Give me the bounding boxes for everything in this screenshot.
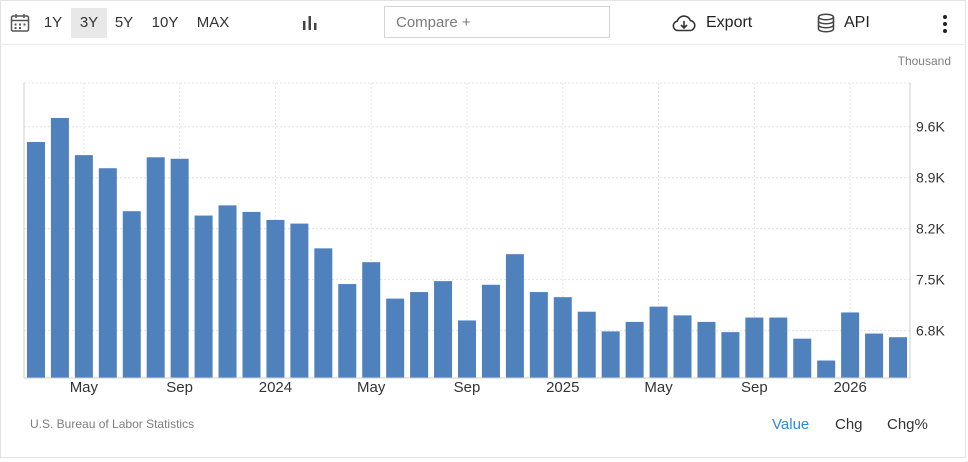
bar[interactable] [146, 157, 165, 378]
mode-value-button[interactable]: Value [772, 416, 809, 433]
bar[interactable] [553, 297, 572, 378]
bar[interactable] [362, 262, 381, 378]
bar[interactable] [481, 284, 500, 378]
bar[interactable] [194, 215, 213, 378]
bar[interactable] [673, 315, 692, 378]
bar[interactable] [50, 117, 69, 379]
x-tick-label: 2026 [833, 379, 866, 396]
bar[interactable] [769, 317, 788, 378]
bar[interactable] [529, 292, 548, 378]
x-tick-label: Sep [166, 379, 193, 396]
bar[interactable] [314, 248, 333, 378]
source-label: U.S. Bureau of Labor Statistics [30, 417, 195, 431]
bar[interactable] [841, 312, 860, 378]
y-tick-label: 6.8K [916, 323, 945, 339]
bar[interactable] [458, 320, 476, 378]
y-tick-label: 8.9K [916, 170, 945, 186]
x-tick-label: 2024 [259, 379, 292, 396]
bar[interactable] [266, 219, 285, 378]
bar[interactable] [410, 292, 429, 378]
bar[interactable] [386, 298, 405, 378]
bar[interactable] [338, 284, 357, 378]
mode-chg-pct-button[interactable]: Chg% [887, 416, 928, 433]
y-tick-label: 8.2K [916, 221, 945, 237]
x-tick-label: May [644, 379, 673, 396]
bar-chart: 6.8K 7.5K 8.2K 8.9K 9.6K May Sep 2024 May Sep 2025… [23, 82, 945, 396]
bar[interactable] [649, 306, 668, 378]
y-tick-label: 9.6K [916, 119, 945, 135]
x-tick-label: Sep [454, 379, 481, 396]
bar[interactable] [577, 311, 596, 378]
bar[interactable] [817, 360, 836, 378]
mode-chg-button[interactable]: Chg [835, 416, 863, 433]
x-tick-label: May [357, 379, 386, 396]
bar[interactable] [242, 211, 261, 378]
bar[interactable] [697, 321, 716, 378]
y-tick-label: 7.5K [916, 272, 945, 288]
bar[interactable] [218, 205, 237, 378]
bar[interactable] [434, 281, 453, 378]
bar[interactable] [290, 223, 309, 378]
bar[interactable] [74, 155, 93, 378]
bar[interactable] [865, 333, 884, 378]
bar[interactable] [889, 337, 908, 378]
x-tick-label: 2025 [546, 379, 579, 396]
bar[interactable] [601, 331, 620, 378]
bar[interactable] [745, 317, 764, 378]
bar[interactable] [26, 142, 45, 378]
bar[interactable] [793, 338, 812, 378]
bar[interactable] [122, 211, 141, 378]
bar[interactable] [721, 332, 740, 378]
bar[interactable] [625, 321, 644, 378]
bar[interactable] [98, 168, 117, 378]
x-tick-label: May [70, 379, 99, 396]
bar[interactable] [505, 254, 524, 378]
bar[interactable] [170, 158, 189, 378]
x-tick-label: Sep [741, 379, 768, 396]
